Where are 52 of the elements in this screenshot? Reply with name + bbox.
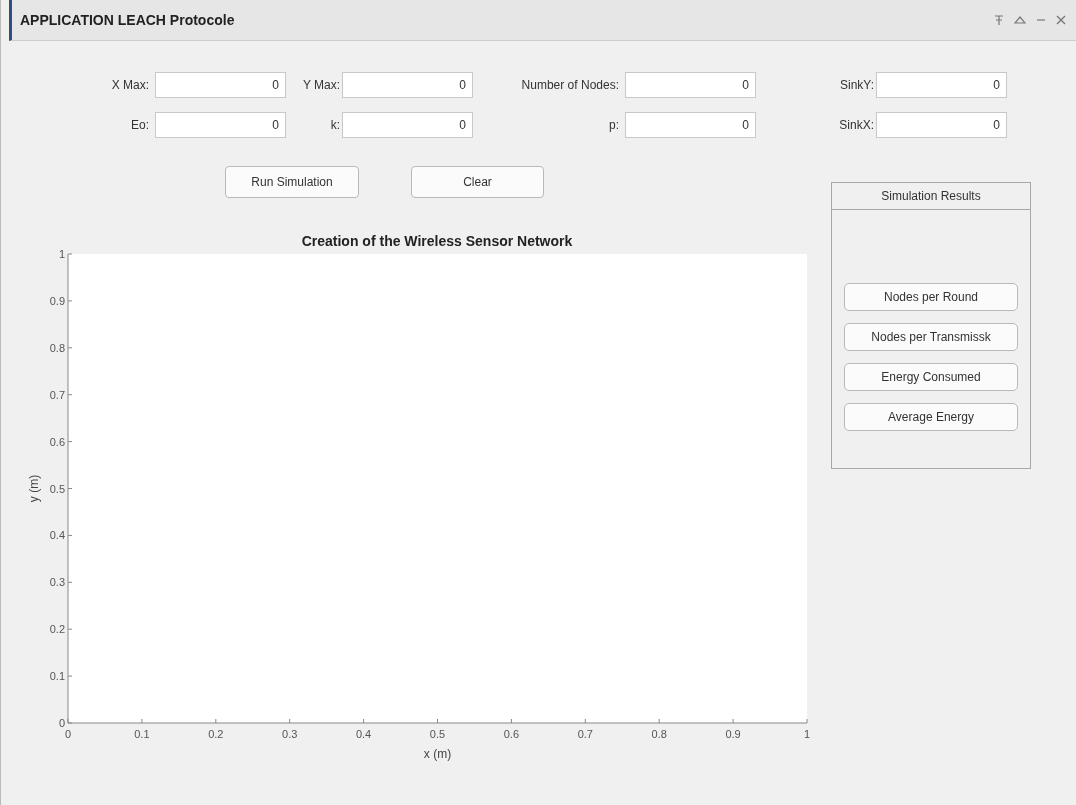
result-button[interactable]: Nodes per Round	[844, 283, 1018, 311]
x-tick-label: 0.1	[134, 728, 150, 740]
chart-title: Creation of the Wireless Sensor Network	[301, 233, 573, 249]
x-tick-label: 1	[803, 728, 811, 740]
window-title: APPLICATION LEACH Protocole	[20, 12, 235, 28]
pin-icon[interactable]	[994, 14, 1004, 26]
field-label: p:	[608, 118, 620, 132]
field-label: X Max:	[110, 78, 150, 92]
input-field[interactable]: 0	[876, 112, 1007, 138]
y-tick-label: 0.9	[49, 294, 65, 307]
x-tick-label: 0.4	[355, 728, 372, 740]
input-field[interactable]: 0	[625, 112, 756, 138]
y-tick-label: 0.4	[49, 529, 65, 542]
input-field[interactable]: 0	[876, 72, 1007, 98]
x-tick-label: 0.9	[725, 728, 741, 740]
action-button[interactable]: Run Simulation	[225, 166, 359, 198]
field-label: SinkX:	[838, 118, 875, 132]
panel-title: Simulation Results	[832, 183, 1030, 210]
x-tick-label: 0.3	[282, 728, 298, 740]
field-label: Y Max:	[301, 78, 341, 92]
y-tick-label: 0	[58, 717, 65, 729]
input-field[interactable]: 0	[155, 112, 286, 138]
close-icon[interactable]	[1056, 15, 1066, 25]
y-tick-label: 0.1	[49, 670, 65, 683]
field-label: Number of Nodes:	[520, 78, 620, 92]
y-tick-label: 0.6	[49, 435, 65, 448]
field-label: SinkY:	[838, 78, 875, 92]
y-tick-label: 0.3	[49, 576, 65, 589]
y-axis-label: y (m)	[27, 474, 41, 503]
triangle-icon[interactable]	[1014, 15, 1026, 25]
input-field[interactable]: 0	[342, 72, 473, 98]
x-tick-label: 0.5	[429, 728, 446, 740]
y-tick-label: 1	[58, 248, 65, 260]
x-tick-label: 0.6	[503, 728, 520, 740]
y-tick-label: 0.2	[49, 623, 65, 636]
y-tick-label: 0.8	[49, 341, 65, 354]
x-tick-label: 0.8	[651, 728, 667, 740]
input-field[interactable]: 0	[625, 72, 756, 98]
x-tick-label: 0.7	[577, 728, 593, 740]
input-field[interactable]: 0	[342, 112, 473, 138]
action-button[interactable]: Clear	[411, 166, 544, 198]
result-button[interactable]: Average Energy	[844, 403, 1018, 431]
x-tick-label: 0.2	[208, 728, 224, 740]
field-label: k:	[329, 118, 341, 132]
input-field[interactable]: 0	[155, 72, 286, 98]
x-axis-label: x (m)	[423, 747, 452, 761]
x-tick-label: 0	[64, 728, 72, 740]
y-tick-label: 0.7	[49, 388, 65, 401]
y-tick-label: 0.5	[49, 482, 65, 495]
result-button[interactable]: Energy Consumed	[844, 363, 1018, 391]
field-label: Eo:	[130, 118, 150, 132]
result-button[interactable]: Nodes per Transmissk	[844, 323, 1018, 351]
